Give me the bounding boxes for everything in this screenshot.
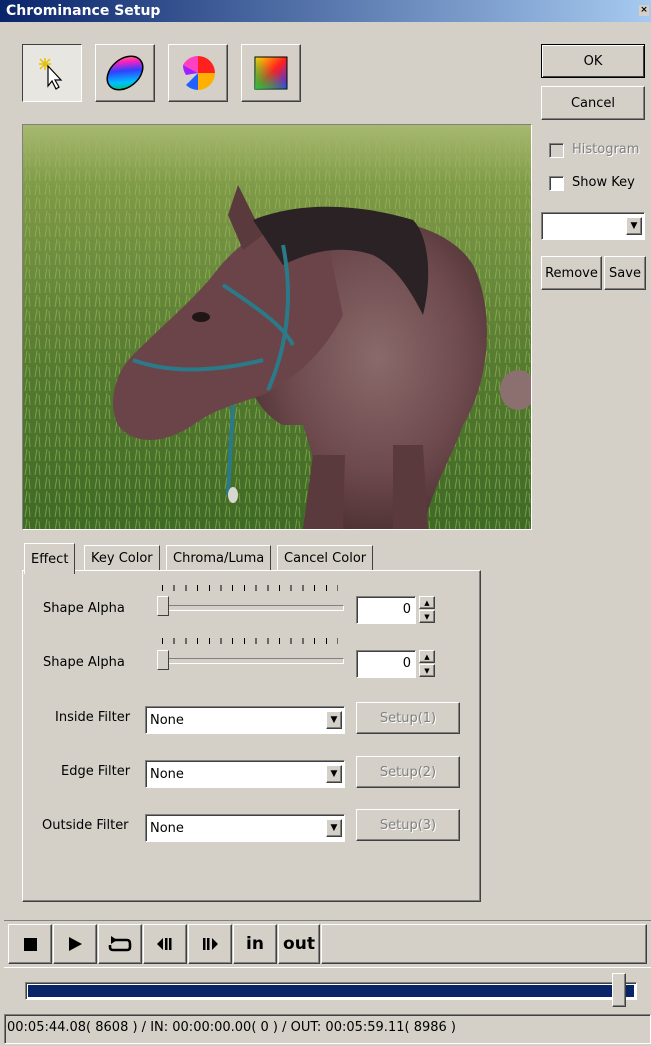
edge-filter-value: None — [150, 767, 184, 782]
remove-button[interactable]: Remove — [541, 256, 602, 290]
step-back-button[interactable] — [143, 924, 187, 964]
chevron-down-icon[interactable]: ▼ — [326, 765, 342, 783]
show-key-checkbox[interactable] — [549, 176, 564, 191]
save-button[interactable]: Save — [604, 256, 646, 290]
inside-filter-value: None — [150, 713, 184, 728]
transport-spacer — [321, 924, 647, 964]
outside-filter-value: None — [150, 821, 184, 836]
shape-alpha-track-1 — [158, 605, 344, 611]
step-back-icon — [157, 938, 172, 950]
step-forward-icon — [203, 938, 218, 950]
timeline-progress — [28, 985, 634, 997]
edge-filter-dropdown[interactable]: None ▼ — [145, 760, 345, 788]
histogram-checkbox[interactable] — [549, 143, 564, 158]
tab-effect[interactable]: Effect — [24, 543, 76, 574]
play-icon — [69, 937, 82, 951]
play-button[interactable] — [53, 924, 97, 964]
setup-3-button[interactable]: Setup(3) — [356, 809, 460, 841]
loop-button[interactable] — [98, 924, 142, 964]
ellipse-color-tool-button[interactable] — [95, 44, 155, 102]
setup-1-button[interactable]: Setup(1) — [356, 702, 460, 734]
slider-ticks-2 — [162, 638, 338, 644]
shape-alpha-slider-1[interactable] — [157, 596, 169, 616]
inside-filter-label: Inside Filter — [55, 710, 131, 725]
loop-icon — [108, 936, 132, 952]
shape-alpha-slider-2[interactable] — [157, 650, 169, 670]
setup-2-button[interactable]: Setup(2) — [356, 756, 460, 788]
shape-alpha-label-2: Shape Alpha — [43, 655, 125, 670]
spin-up-icon[interactable]: ▲ — [419, 596, 435, 609]
status-text: 00:05:44.08( 8608 ) / IN: 00:00:00.00( 0… — [7, 1020, 456, 1035]
chevron-down-icon[interactable]: ▼ — [626, 217, 642, 235]
title-bar: Chrominance Setup × — [0, 0, 651, 22]
window-title: Chrominance Setup — [6, 3, 161, 19]
status-bar: 00:05:44.08( 8608 ) / IN: 00:00:00.00( 0… — [4, 1014, 651, 1044]
shape-alpha-value-1[interactable]: 0 — [356, 596, 416, 624]
ok-button[interactable]: OK — [541, 44, 645, 78]
outside-filter-label: Outside Filter — [42, 818, 129, 833]
cursor-sparkle-icon — [39, 58, 63, 90]
close-icon[interactable]: × — [639, 5, 649, 16]
color-square-tool-button[interactable] — [241, 44, 301, 102]
shape-alpha-label-1: Shape Alpha — [43, 601, 125, 616]
hue-wheel-tool-button[interactable] — [168, 44, 228, 102]
show-key-label: Show Key — [572, 175, 635, 190]
chevron-down-icon[interactable]: ▼ — [326, 819, 342, 837]
outside-filter-dropdown[interactable]: None ▼ — [145, 814, 345, 842]
spin-down-icon[interactable]: ▼ — [419, 664, 435, 677]
cancel-button[interactable]: Cancel — [541, 86, 645, 120]
hue-wheel-icon — [182, 56, 215, 90]
mark-out-button[interactable]: out — [278, 924, 320, 964]
video-preview[interactable] — [22, 124, 532, 530]
tab-chroma-luma[interactable]: Chroma/Luma — [166, 545, 272, 571]
preset-dropdown[interactable]: ▼ — [541, 212, 645, 240]
stop-icon — [23, 937, 37, 951]
preview-image — [23, 125, 531, 529]
shape-alpha-track-2 — [158, 658, 344, 664]
slider-ticks-1 — [162, 585, 338, 591]
edge-filter-label: Edge Filter — [61, 764, 131, 779]
timeline-bar[interactable] — [25, 982, 637, 1000]
step-forward-button[interactable] — [188, 924, 232, 964]
color-ellipse-icon — [106, 55, 144, 91]
stop-button[interactable] — [8, 924, 52, 964]
inside-filter-dropdown[interactable]: None ▼ — [145, 706, 345, 734]
color-square-icon — [254, 56, 288, 90]
spin-down-icon[interactable]: ▼ — [419, 610, 435, 623]
tab-key-color[interactable]: Key Color — [84, 545, 160, 571]
tab-cancel-color[interactable]: Cancel Color — [277, 545, 374, 571]
shape-alpha-value-2[interactable]: 0 — [356, 650, 416, 678]
mark-in-button[interactable]: in — [233, 924, 277, 964]
histogram-label: Histogram — [572, 142, 640, 157]
timeline-thumb[interactable] — [611, 973, 626, 1007]
spin-up-icon[interactable]: ▲ — [419, 650, 435, 663]
chevron-down-icon[interactable]: ▼ — [326, 711, 342, 729]
pointer-tool-button[interactable] — [22, 44, 82, 102]
